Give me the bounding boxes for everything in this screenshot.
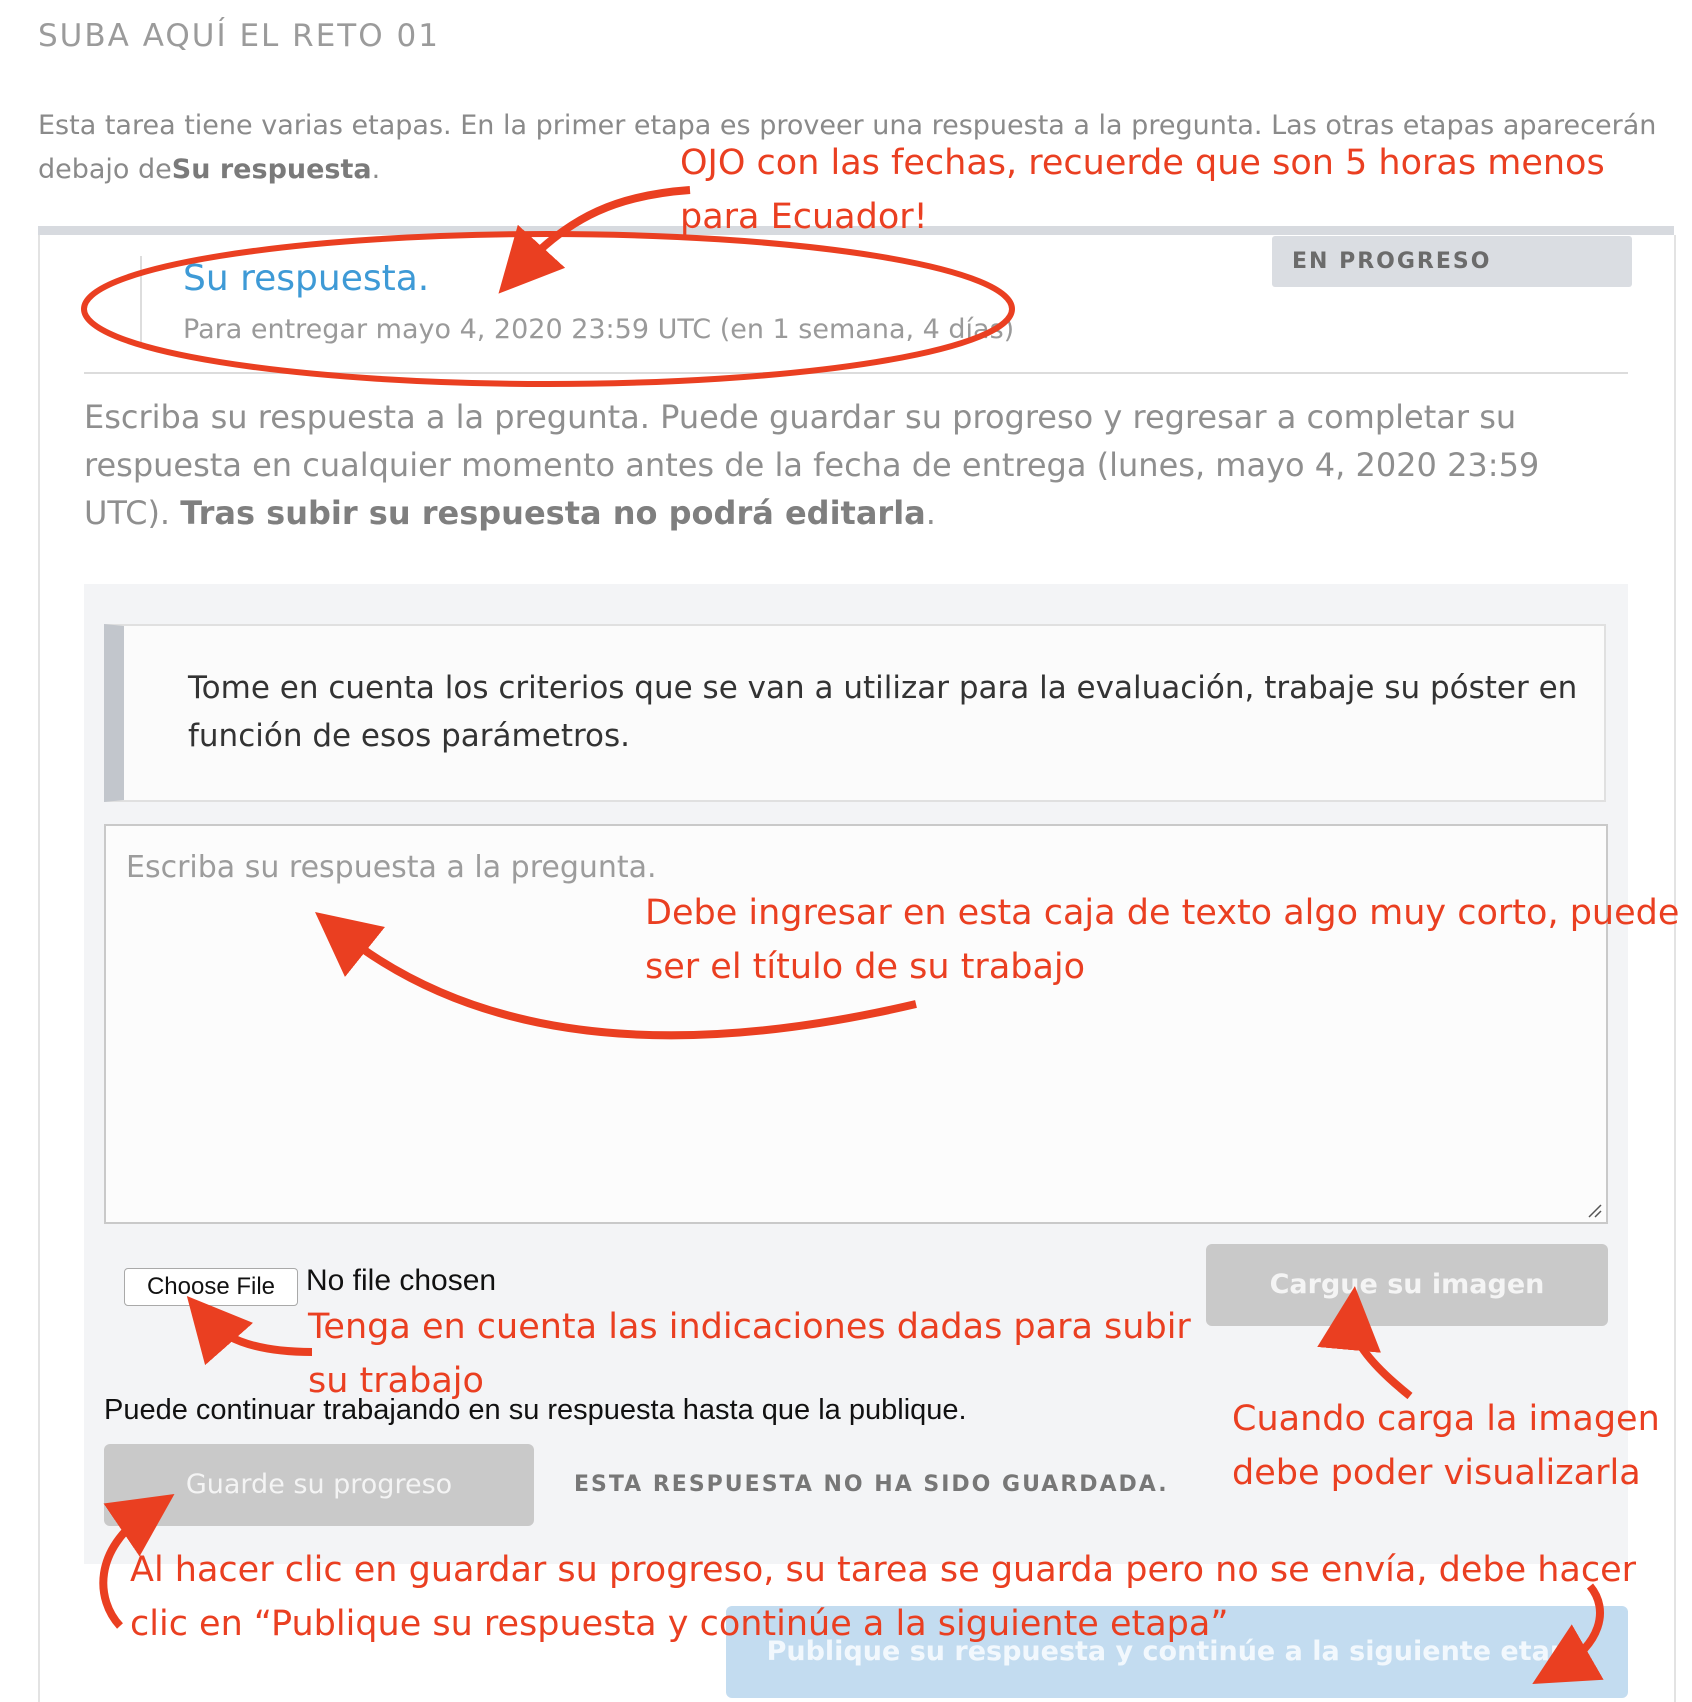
choose-file-button[interactable]: Choose File — [124, 1268, 298, 1306]
save-status: ESTA RESPUESTA NO HA SIDO GUARDADA. — [574, 1472, 1169, 1497]
section-heading: SUBA AQUÍ EL RETO 01 — [38, 18, 440, 54]
file-status: No file chosen — [306, 1264, 497, 1297]
upload-image-button[interactable]: Cargue su imagen — [1206, 1244, 1608, 1326]
annotation-image: Cuando carga la imagen debe poder visual… — [1232, 1399, 1660, 1493]
answer-textarea[interactable] — [104, 824, 1608, 1224]
intro-end: . — [371, 154, 381, 185]
resize-grip-icon[interactable] — [1586, 1202, 1602, 1218]
header-separator — [84, 372, 1628, 374]
instructions-end: . — [925, 494, 936, 532]
step-divider — [140, 256, 142, 342]
instructions: Escriba su respuesta a la pregunta. Pued… — [84, 393, 1624, 537]
step-title[interactable]: Su respuesta. — [183, 258, 429, 299]
annotation-textbox: Debe ingresar en esta caja de texto algo… — [645, 893, 1680, 987]
annotation-save: Al hacer clic en guardar su progreso, su… — [130, 1550, 1637, 1644]
save-progress-button[interactable]: Guarde su progreso — [104, 1444, 534, 1526]
instructions-bold: Tras subir su respuesta no podrá editarl… — [180, 494, 926, 532]
question-prompt-text: Tome en cuenta los criterios que se van … — [188, 670, 1578, 754]
intro-bold: Su respuesta — [171, 154, 372, 185]
annotation-dates: OJO con las fechas, recuerde que son 5 h… — [680, 143, 1605, 237]
annotation-file: Tenga en cuenta las indicaciones dadas p… — [308, 1307, 1191, 1401]
due-date: Para entregar mayo 4, 2020 23:59 UTC (en… — [183, 314, 1015, 345]
